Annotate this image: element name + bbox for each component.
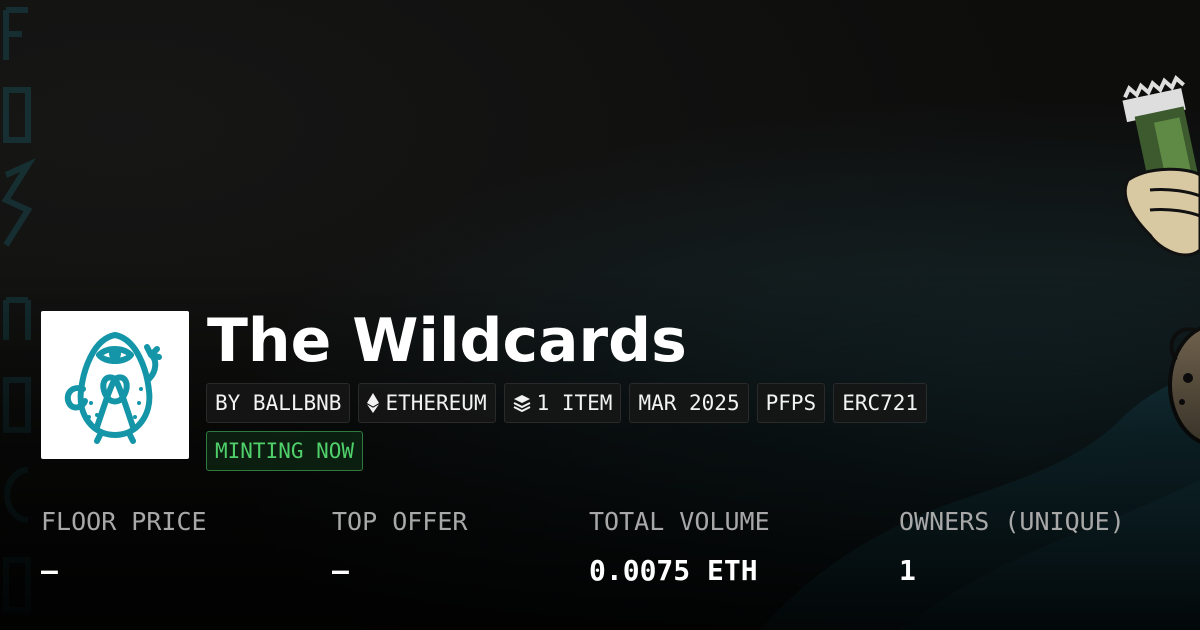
stat-floor-price-value: — bbox=[41, 554, 58, 587]
stat-owners-label: OWNERS (UNIQUE) bbox=[899, 507, 1125, 536]
collection-header: The Wildcards BY BALLBNB ETHEREUM 1 ITEM… bbox=[0, 0, 1200, 630]
collection-title: The Wildcards bbox=[207, 306, 687, 376]
item-count-tag-label: 1 ITEM bbox=[536, 391, 613, 415]
stat-total-volume-label: TOTAL VOLUME bbox=[589, 507, 770, 536]
minting-status-badge: MINTING NOW bbox=[206, 431, 364, 471]
stat-top-offer-label: TOP OFFER bbox=[332, 507, 468, 536]
creator-tag-label: BY BALLBNB bbox=[215, 391, 342, 415]
chain-tag-label: ETHEREUM bbox=[385, 391, 487, 415]
wildcards-mascot-logo-icon bbox=[64, 332, 162, 444]
stat-owners-value: 1 bbox=[899, 554, 916, 587]
standard-tag[interactable]: ERC721 bbox=[833, 383, 928, 423]
stat-total-volume-value: 0.0075 ETH bbox=[589, 554, 758, 587]
standard-tag-label: ERC721 bbox=[842, 391, 919, 415]
stat-top-offer: TOP OFFER — bbox=[332, 505, 467, 589]
category-tag-label: PFPS bbox=[765, 391, 817, 415]
collection-logo[interactable] bbox=[41, 311, 189, 459]
stat-floor-price-label: FLOOR PRICE bbox=[41, 507, 207, 536]
date-tag[interactable]: MAR 2025 bbox=[629, 383, 749, 423]
stat-floor-price: FLOOR PRICE — bbox=[41, 505, 207, 589]
date-tag-label: MAR 2025 bbox=[638, 391, 740, 415]
minting-status-label: MINTING NOW bbox=[215, 439, 355, 463]
layers-icon bbox=[513, 394, 531, 412]
chain-tag[interactable]: ETHEREUM bbox=[358, 383, 496, 423]
creator-tag[interactable]: BY BALLBNB bbox=[206, 383, 351, 423]
category-tag[interactable]: PFPS bbox=[756, 383, 826, 423]
stat-total-volume: TOTAL VOLUME 0.0075 ETH bbox=[589, 505, 770, 589]
ethereum-icon bbox=[367, 393, 380, 413]
stat-top-offer-value: — bbox=[332, 554, 349, 587]
collection-tags: BY BALLBNB ETHEREUM 1 ITEM MAR 2025 PFPS… bbox=[206, 383, 928, 423]
collection-banner: The Wildcards BY BALLBNB ETHEREUM 1 ITEM… bbox=[0, 0, 1200, 630]
item-count-tag[interactable]: 1 ITEM bbox=[503, 383, 622, 423]
stat-owners: OWNERS (UNIQUE) 1 bbox=[899, 505, 1125, 589]
